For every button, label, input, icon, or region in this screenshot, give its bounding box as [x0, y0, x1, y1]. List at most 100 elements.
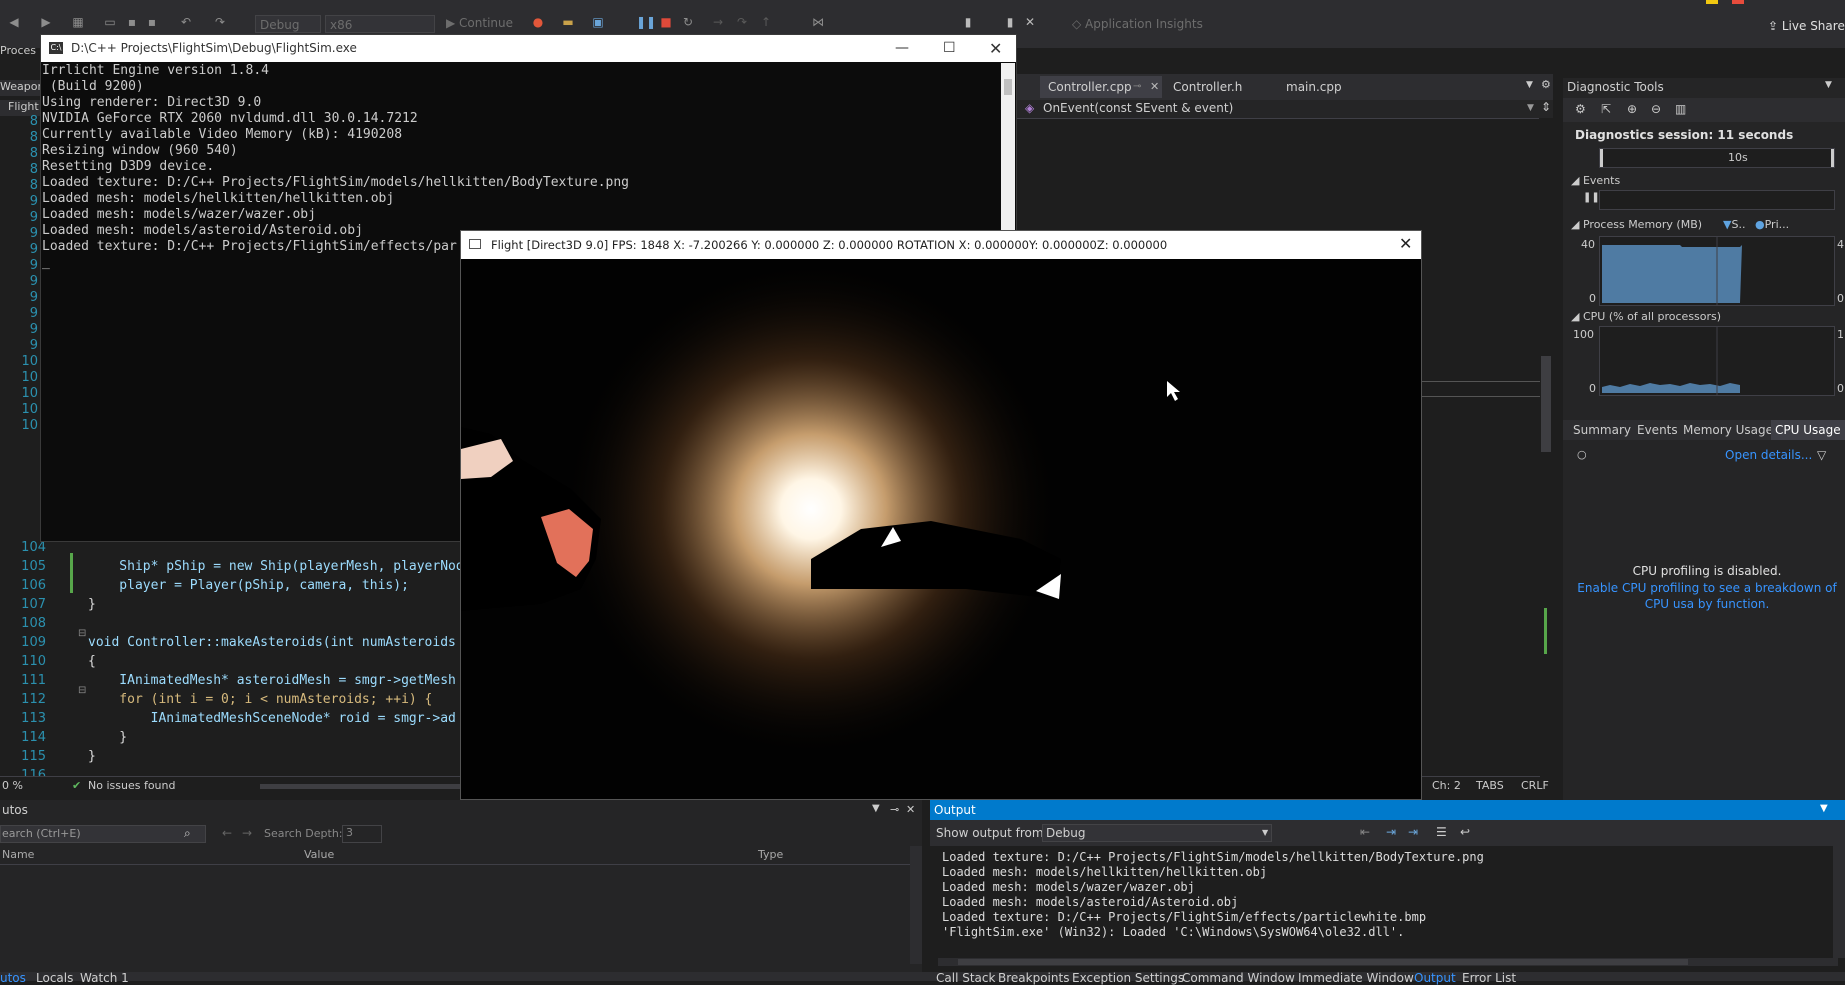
maximize-icon[interactable]: ☐: [943, 35, 956, 62]
find-message-icon[interactable]: ⇤: [1360, 825, 1370, 839]
search-forward-icon[interactable]: →: [242, 826, 252, 840]
tab-utos[interactable]: utos: [0, 972, 26, 984]
output-hscroll-thumb[interactable]: [958, 959, 1688, 965]
filter-icon[interactable]: ▽: [1817, 448, 1826, 462]
output-hscrollbar[interactable]: [938, 958, 1838, 966]
tab-exception-settings[interactable]: Exception Settings: [1072, 972, 1184, 984]
zoom-in-icon[interactable]: ⊕: [1627, 102, 1637, 116]
minimize-icon[interactable]: —: [895, 35, 909, 62]
export-icon[interactable]: ⇱: [1601, 102, 1611, 116]
reset-view-icon[interactable]: ▥: [1675, 102, 1686, 116]
memory-chart[interactable]: [1599, 236, 1835, 306]
member-dropdown[interactable]: OnEvent(const SEvent & event): [1043, 101, 1233, 115]
output-vscrollbar[interactable]: [1833, 846, 1845, 958]
tab-output[interactable]: Output: [1414, 972, 1456, 984]
zoom-out-icon[interactable]: ⊖: [1651, 102, 1661, 116]
redo-icon[interactable]: ↷: [214, 16, 226, 28]
back-icon[interactable]: ◀: [8, 16, 20, 28]
col-name[interactable]: Name: [2, 848, 34, 861]
open-icon[interactable]: ▭: [104, 16, 116, 28]
horizontal-scrollbar[interactable]: [260, 784, 460, 789]
next-message-icon[interactable]: ⇥: [1408, 825, 1418, 839]
tab-call-stack[interactable]: Call Stack: [936, 972, 995, 984]
autos-scrollbar[interactable]: [910, 846, 922, 964]
step-out-icon[interactable]: ↑: [760, 16, 772, 28]
stop-icon[interactable]: ■: [660, 16, 672, 28]
cpu-chart[interactable]: [1599, 326, 1835, 396]
open-details-link[interactable]: Open details...: [1725, 448, 1812, 462]
zoom-select[interactable]: 0 %: [2, 779, 23, 792]
collapse-icon[interactable]: ⊟: [78, 685, 86, 696]
console-scroll-thumb[interactable]: [1004, 79, 1012, 95]
clear-all-icon[interactable]: ☰: [1436, 825, 1447, 839]
tab-summary[interactable]: Summary: [1573, 423, 1631, 437]
bookmark-next-icon[interactable]: ▮: [1004, 16, 1016, 28]
settings-icon[interactable]: ⚙: [1575, 102, 1586, 116]
save-icon[interactable]: ▪: [126, 16, 138, 28]
tab-overflow-icon[interactable]: ▼: [1526, 80, 1533, 90]
memory-expander[interactable]: ◢ Process Memory (MB): [1571, 218, 1702, 231]
tab-main-cpp[interactable]: main.cpp: [1286, 78, 1342, 96]
tab-cpu-usage[interactable]: CPU Usage: [1775, 423, 1841, 437]
vertical-scrollbar[interactable]: [1539, 118, 1553, 774]
cpu-expander[interactable]: ◢ CPU (% of all processors): [1571, 310, 1721, 323]
autos-menu-icon[interactable]: ▼: [872, 803, 880, 814]
platform-select[interactable]: x86: [325, 15, 435, 33]
continue-button[interactable]: ▶ Continue: [446, 16, 513, 30]
line-ending-indicator[interactable]: CRLF: [1521, 779, 1549, 792]
forward-icon[interactable]: ▶: [40, 16, 52, 28]
restart-icon[interactable]: ↻: [682, 16, 694, 28]
tab-memory-usage[interactable]: Memory Usage: [1683, 423, 1773, 437]
member-chevron-icon[interactable]: ▼: [1527, 103, 1534, 113]
config-select[interactable]: Debug: [255, 15, 321, 33]
scroll-thumb[interactable]: [1541, 356, 1551, 452]
col-value[interactable]: Value: [304, 848, 334, 861]
output-menu-icon[interactable]: ▼: [1820, 803, 1828, 814]
close-icon[interactable]: ✕: [989, 35, 1002, 62]
new-project-icon[interactable]: ▦: [72, 16, 84, 28]
issues-label[interactable]: No issues found: [88, 779, 175, 792]
search-back-icon[interactable]: ←: [222, 826, 232, 840]
tab-events[interactable]: Events: [1637, 423, 1678, 437]
tab-error-list[interactable]: Error List: [1462, 972, 1516, 984]
game-viewport[interactable]: [461, 259, 1421, 799]
autos-close-icon[interactable]: ✕: [906, 803, 915, 816]
split-icon[interactable]: ⇕: [1541, 100, 1551, 114]
save-all-icon[interactable]: ▪: [146, 16, 158, 28]
weapons-tab[interactable]: Weapons: [0, 80, 50, 96]
folder-icon[interactable]: ▬: [562, 16, 574, 28]
tab-locals[interactable]: Locals: [36, 972, 73, 984]
autos-pin-icon[interactable]: ⊸: [890, 803, 899, 816]
settings-gear-icon[interactable]: ⚙: [1541, 78, 1551, 91]
tab-watch-1[interactable]: Watch 1: [80, 972, 129, 984]
events-expander[interactable]: ◢ Events: [1571, 174, 1620, 187]
tab-controller-h[interactable]: Controller.h: [1173, 78, 1242, 96]
col-type[interactable]: Type: [758, 848, 783, 861]
thread-icon[interactable]: ⋈: [812, 16, 824, 28]
game-window[interactable]: Flight [Direct3D 9.0] FPS: 1848 X: -7.20…: [460, 230, 1422, 800]
prev-message-icon[interactable]: ⇥: [1386, 825, 1396, 839]
step-into-icon[interactable]: →: [712, 16, 724, 28]
step-over-icon[interactable]: ↷: [736, 16, 748, 28]
undo-icon[interactable]: ↶: [180, 16, 192, 28]
word-wrap-icon[interactable]: ↩: [1460, 825, 1470, 839]
game-close-icon[interactable]: ✕: [1399, 234, 1412, 253]
timeline-ruler[interactable]: 10s: [1599, 148, 1835, 168]
tab-command-window[interactable]: Command Window: [1182, 972, 1295, 984]
events-pause-icon[interactable]: ❚❚: [1583, 192, 1600, 203]
diag-icon[interactable]: ▣: [592, 16, 604, 28]
console-titlebar[interactable]: C:\ D:\C++ Projects\FlightSim\Debug\Flig…: [41, 35, 1016, 62]
close-tab-icon[interactable]: ✕: [1150, 78, 1159, 96]
pin-icon[interactable]: ⊸: [1133, 78, 1141, 96]
diag-menu-icon[interactable]: ▼: [1825, 80, 1832, 90]
tab-immediate-window[interactable]: Immediate Window: [1298, 972, 1414, 984]
events-track[interactable]: [1599, 190, 1835, 210]
output-source-chevron-icon[interactable]: ▼: [1262, 828, 1268, 837]
bookmark-icon[interactable]: ▮: [962, 16, 974, 28]
bookmark-clear-icon[interactable]: ✕: [1024, 16, 1036, 28]
app-insights-button[interactable]: ◇ Application Insights: [1072, 17, 1203, 31]
record-icon[interactable]: ○: [1577, 448, 1587, 461]
hot-reload-icon[interactable]: ●: [532, 16, 544, 28]
navigation-bar[interactable]: ◈ OnEvent(const SEvent & event) ▼: [1017, 100, 1553, 119]
collapse-icon[interactable]: ⊟: [78, 628, 86, 639]
